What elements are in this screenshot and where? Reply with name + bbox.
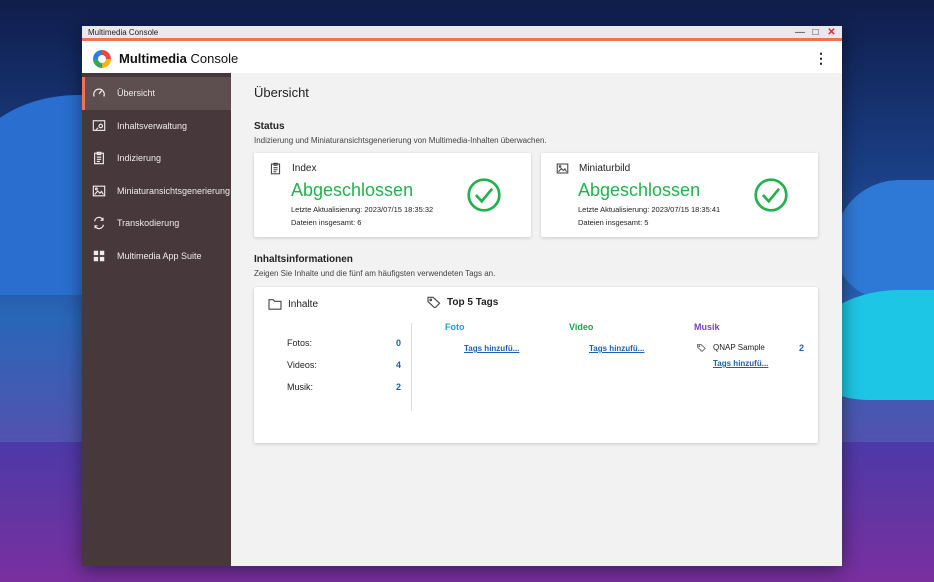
tag-count: 2 [798,342,804,353]
page-title: Übersicht [254,85,309,100]
sidebar-item-label: Indizierung [117,153,162,164]
thumbnail-status-card: Miniaturbild Abgeschlossen Letzte Aktual… [541,153,818,237]
count-row-photos: Fotos: 0 [287,338,401,348]
total-files-text: Dateien insgesamt: 6 [291,218,362,227]
content-info-card: Inhalte Fotos: 0 Videos: 4 Musik: 2 Top 5 T… [254,287,818,443]
app-header: Multimedia Console ⋮ [82,44,842,73]
sidebar: Übersicht Inhaltsverwaltung Indizierung … [82,73,231,566]
kebab-menu-icon[interactable]: ⋮ [814,51,828,65]
multimedia-console-logo-icon [93,50,111,68]
sidebar-item-indexing[interactable]: Indizierung [82,142,231,175]
sidebar-item-label: Transkodierung [117,218,180,229]
sidebar-item-label: Multimedia App Suite [117,250,202,261]
content-manage-icon [92,119,106,133]
minimize-icon[interactable]: — [795,27,805,38]
clipboard-icon [270,162,281,175]
status-state: Abgeschlossen [578,180,701,200]
app-name: Multimedia Console [119,51,239,66]
close-icon[interactable]: ✕ [827,27,836,38]
index-status-card: Index Abgeschlossen Letzte Aktualisierun… [254,153,531,237]
gauge-icon [92,86,106,100]
sidebar-item-thumbnail-generation[interactable]: Miniaturansichtsgenerierung [82,175,231,208]
sidebar-item-content-management[interactable]: Inhaltsverwaltung [82,110,231,143]
contents-title: Inhalte [288,298,319,310]
card-title: Miniaturbild [579,163,631,174]
tag-item-qnap-sample[interactable]: QNAP Sample 2 [697,342,804,353]
sidebar-item-label: Inhaltsverwaltung [117,120,188,131]
top-tags-title: Top 5 Tags [447,296,499,308]
clipboard-icon [92,151,106,165]
total-files-text: Dateien insgesamt: 5 [578,218,649,227]
category-music: Musik [694,322,720,332]
content-info-heading: Inhaltsinformationen [254,254,353,265]
image-icon [92,184,106,198]
maximize-icon[interactable]: □ [811,27,820,38]
category-photo: Foto [445,322,465,332]
sidebar-item-app-suite[interactable]: Multimedia App Suite [82,240,231,273]
check-circle-icon [467,178,501,212]
content-info-description: Zeigen Sie Inhalte und die fünf am häufi… [254,269,496,278]
count-row-videos: Videos: 4 [287,360,401,370]
main-content: Übersicht Status Indizierung und Miniatu… [231,73,842,566]
sidebar-item-label: Übersicht [117,88,156,99]
add-tags-link-photo[interactable]: Tags hinzufü... [464,344,519,353]
card-title: Index [292,163,317,174]
add-tags-link-video[interactable]: Tags hinzufü... [589,344,644,353]
image-icon [556,163,569,174]
app-window: Multimedia Console — □ ✕ Multimedia Cons… [82,26,842,566]
status-state: Abgeschlossen [291,180,414,200]
tag-icon [427,296,441,308]
sidebar-item-transcoding[interactable]: Transkodierung [82,207,231,240]
tag-name: QNAP Sample [713,343,765,352]
window-titlebar[interactable]: Multimedia Console — □ ✕ [82,26,842,41]
apps-grid-icon [92,249,106,263]
divider [411,323,412,411]
tag-icon [697,344,706,352]
count-row-music: Musik: 2 [287,382,401,392]
status-description: Indizierung und Miniaturansichtsgenerier… [254,136,547,145]
folder-icon [268,299,282,310]
window-title: Multimedia Console [88,28,159,37]
last-update-text: Letzte Aktualisierung: 2023/07/15 18:35:… [291,205,434,214]
sidebar-item-overview[interactable]: Übersicht [82,77,231,110]
sidebar-item-label: Miniaturansichtsgenerierung [117,185,231,196]
add-tags-link-music[interactable]: Tags hinzufü... [713,359,768,368]
category-video: Video [569,322,594,332]
status-heading: Status [254,121,285,132]
transcode-icon [92,216,106,230]
check-circle-icon [754,178,788,212]
last-update-text: Letzte Aktualisierung: 2023/07/15 18:35:… [578,205,721,214]
